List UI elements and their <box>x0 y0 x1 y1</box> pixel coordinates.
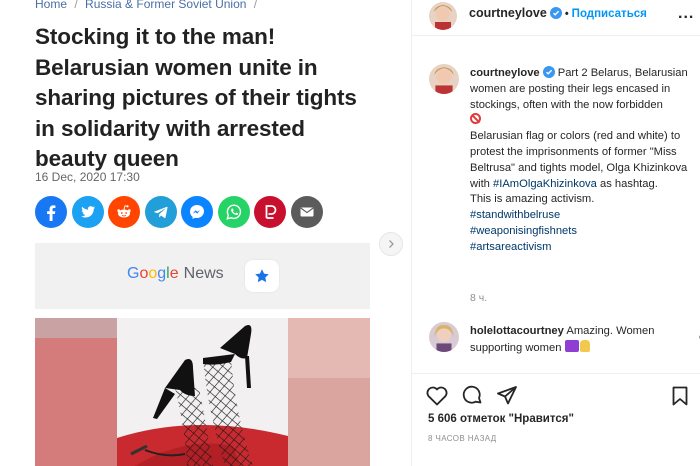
prohibited-emoji-icon <box>470 113 481 125</box>
breadcrumb-separator: / <box>74 0 78 11</box>
breadcrumb-separator: / <box>253 0 258 11</box>
username-link[interactable]: courtneylove <box>469 6 547 20</box>
caption-timestamp: 8 ч. <box>470 292 488 304</box>
avatar[interactable] <box>429 2 457 30</box>
caption-text: courtneylove Part 2 Belarus, Belarusian … <box>470 66 700 256</box>
google-news-news-label: News <box>183 265 224 282</box>
avatar[interactable] <box>429 64 459 94</box>
avatar-image <box>429 322 459 352</box>
caption-part2-end: as hashtag. <box>596 177 658 190</box>
reddit-icon <box>117 205 131 218</box>
muscle-emoji-icon <box>579 339 590 352</box>
avatar-image <box>429 64 459 94</box>
avatar-image <box>429 2 457 30</box>
carousel-next-button[interactable] <box>379 232 403 256</box>
hashtag-link[interactable]: #artsareactivism <box>470 241 551 253</box>
parler-icon <box>265 205 277 219</box>
hashtag-link[interactable]: #IAmOlgaKhizinkova <box>493 178 597 190</box>
caption-username[interactable]: courtneylove <box>470 67 540 79</box>
post-author: courtneylove • Подписаться <box>469 6 647 20</box>
reddit-share-button[interactable] <box>108 196 140 228</box>
share-buttons <box>35 196 323 228</box>
google-news-label: Google News <box>127 265 224 283</box>
breadcrumb: Home / Russia & Former Soviet Union / <box>35 0 261 11</box>
share-paper-plane-icon[interactable] <box>495 384 519 408</box>
instagram-post: courtneylove • Подписаться ... courtneylov… <box>411 0 700 466</box>
verified-badge-icon <box>549 7 562 19</box>
article-photo <box>35 318 370 466</box>
google-wordmark: Google <box>127 265 179 282</box>
comment-text: holelottacourtney Amazing. Women support… <box>470 324 690 357</box>
whatsapp-icon <box>225 204 241 220</box>
news-article: Home / Russia & Former Soviet Union / St… <box>0 0 380 466</box>
comment-bubble-icon[interactable] <box>460 384 484 408</box>
stockings-photo-image <box>35 318 370 466</box>
email-share-button[interactable] <box>290 196 323 228</box>
facebook-icon <box>47 205 56 221</box>
like-heart-icon[interactable] <box>425 384 449 408</box>
follow-button[interactable]: Подписаться <box>572 8 647 20</box>
purple-heart-emoji-icon <box>564 339 579 352</box>
likes-count[interactable]: 5 606 отметок "Нравится" <box>428 413 574 425</box>
article-date: 16 Dec, 2020 17:30 <box>35 170 140 184</box>
star-icon <box>255 269 269 283</box>
chevron-right-icon <box>389 240 394 248</box>
twitter-icon <box>80 206 95 218</box>
google-news-banner[interactable]: Google News <box>35 243 370 309</box>
article-headline: Stocking it to the man! Belarusian women… <box>35 24 357 171</box>
verified-badge-icon <box>542 66 555 78</box>
avatar[interactable] <box>429 322 459 352</box>
hashtag-link[interactable]: #standwithbelruse <box>470 209 560 221</box>
facebook-share-button[interactable] <box>35 196 67 228</box>
whatsapp-share-button[interactable] <box>217 196 250 228</box>
messenger-share-button[interactable] <box>181 196 213 228</box>
telegram-icon <box>153 206 168 219</box>
messenger-icon <box>190 205 204 219</box>
post-header: courtneylove • Подписаться ... <box>412 0 700 36</box>
email-icon <box>299 207 314 217</box>
breadcrumb-home-link[interactable]: Home <box>35 0 67 11</box>
more-options-button[interactable]: ... <box>678 5 694 23</box>
twitter-share-button[interactable] <box>71 196 104 228</box>
caption-part3: This is amazing activism. <box>470 193 595 206</box>
separator-dot: • <box>564 8 569 20</box>
post-date: 8 ЧАСОВ НАЗАД <box>428 434 497 443</box>
breadcrumb-section-link[interactable]: Russia & Former Soviet Union <box>85 0 246 11</box>
parler-share-button[interactable] <box>254 196 286 228</box>
save-bookmark-icon[interactable] <box>668 384 692 408</box>
hashtag-link[interactable]: #weaponisingfishnets <box>470 225 577 237</box>
comment-username[interactable]: holelottacourtney <box>470 325 564 337</box>
google-news-follow-button[interactable] <box>245 260 279 292</box>
telegram-share-button[interactable] <box>144 196 177 228</box>
